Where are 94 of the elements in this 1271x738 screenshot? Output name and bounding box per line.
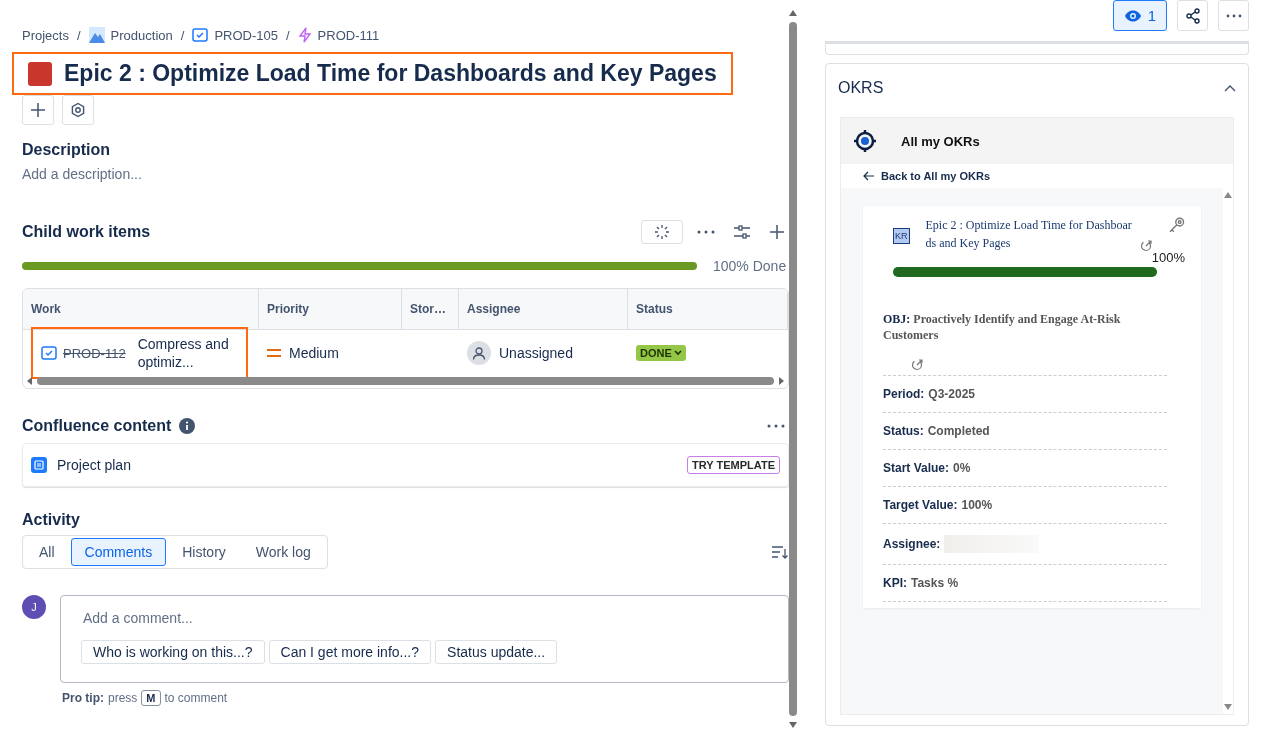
arrow-left-icon: [863, 171, 875, 181]
field-label: Period:: [883, 387, 925, 401]
share-icon: [1184, 7, 1201, 24]
comment-box[interactable]: Add a comment... Who is working on this...? Can I get more info...? Status update...: [60, 595, 789, 683]
scroll-up-icon[interactable]: [1224, 192, 1232, 198]
assignee-text: Unassigned: [499, 345, 573, 361]
section-heading: Child work items: [22, 223, 152, 241]
priority-text: Medium: [289, 345, 339, 361]
external-link-icon[interactable]: [911, 359, 923, 371]
sparkle-icon: [654, 224, 670, 240]
checkbox-icon: [41, 346, 57, 360]
watch-button[interactable]: 1: [1112, 0, 1167, 31]
scrollbar-thumb[interactable]: [789, 22, 797, 716]
epic-icon: [28, 61, 52, 86]
confluence-item[interactable]: Project plan TRY TEMPLATE: [22, 443, 789, 487]
column-header[interactable]: Stor…: [402, 289, 459, 330]
external-link-icon[interactable]: [1139, 240, 1152, 252]
issue-title[interactable]: Epic 2 : Optimize Load Time for Dashboards and Key Pages: [64, 60, 717, 87]
column-header[interactable]: Work: [23, 289, 259, 330]
ai-button[interactable]: [641, 220, 683, 244]
issue-summary[interactable]: Compress and optimiz...: [137, 335, 238, 371]
avatar-icon: [467, 341, 491, 365]
tip-label: Pro tip:: [62, 691, 104, 705]
objective-text[interactable]: OBJ: Proactively Identify and Engage At-Risk Customers: [883, 311, 1165, 343]
suggestion-chip[interactable]: Status update...: [435, 640, 558, 664]
settings-button[interactable]: [62, 95, 94, 125]
checkbox-icon: [192, 28, 209, 42]
eye-icon: [1123, 9, 1142, 22]
mountain-icon: [88, 27, 105, 43]
hexagon-icon: [70, 102, 86, 118]
activity-tab[interactable]: History: [168, 538, 240, 566]
description-field[interactable]: Add a description...: [22, 166, 789, 182]
tip-text: to comment: [164, 691, 228, 705]
suggestion-chip[interactable]: Who is working on this...?: [81, 640, 265, 664]
field-value: Tasks %: [911, 576, 959, 590]
target-icon: [853, 129, 877, 153]
activity-tab[interactable]: All: [25, 538, 69, 566]
field-label: KPI:: [883, 576, 907, 590]
field-value: Q3-2025: [928, 387, 976, 401]
caret-icon: [673, 350, 682, 356]
breadcrumb-link[interactable]: Projects: [22, 27, 69, 43]
column-header[interactable]: Status: [628, 289, 788, 330]
scroll-down-icon[interactable]: [1224, 704, 1232, 710]
scrollbar-thumb[interactable]: [37, 377, 774, 385]
keyboard-key: M: [141, 690, 161, 706]
breadcrumb-separator: /: [180, 27, 185, 43]
field-value: 100%: [961, 498, 993, 512]
activity-tab[interactable]: Work log: [241, 538, 325, 566]
share-button[interactable]: [1177, 0, 1208, 31]
scroll-down-icon[interactable]: [789, 722, 797, 728]
template-tag[interactable]: TRY TEMPLATE: [687, 456, 780, 474]
field-label: Start Value:: [883, 461, 950, 475]
breadcrumb-separator: /: [76, 27, 81, 43]
column-header[interactable]: Priority: [259, 289, 402, 330]
field-value: Completed: [927, 424, 990, 438]
priority-medium-icon: [267, 348, 281, 358]
section-heading: Description: [22, 141, 111, 159]
scroll-left-icon[interactable]: [27, 377, 33, 385]
progress-percent: 100%: [1150, 250, 1185, 265]
issue-key[interactable]: PROD-112: [63, 345, 126, 361]
breadcrumb-separator: /: [285, 27, 290, 43]
section-heading: Confluence content: [22, 417, 172, 435]
section-heading: Activity: [22, 511, 81, 529]
okrs-panel-header[interactable]: OKRS: [838, 64, 1236, 117]
breadcrumb-link[interactable]: PROD-105: [192, 27, 278, 43]
field-label: Target Value:: [883, 498, 958, 512]
status-dropdown[interactable]: DONE: [636, 345, 686, 361]
sort-icon[interactable]: [771, 545, 789, 559]
plus-icon: [30, 102, 46, 118]
key-result-badge: KR: [893, 228, 910, 244]
key-result-title[interactable]: Epic 2 : Optimize Load Time for Dashboards and Key Pages: [925, 216, 1136, 252]
tip-text: press: [108, 691, 138, 705]
back-link[interactable]: Back to All my OKRs: [841, 164, 1233, 188]
page-title[interactable]: Project plan: [57, 457, 678, 473]
key-icon[interactable]: [1167, 216, 1185, 234]
widget-title: All my OKRs: [901, 133, 980, 149]
activity-tab[interactable]: Comments: [70, 538, 167, 566]
suggestion-chip[interactable]: Can I get more info...?: [268, 640, 432, 664]
breadcrumb-link[interactable]: PROD-111: [297, 27, 380, 43]
user-avatar: J: [22, 595, 46, 619]
scroll-up-icon[interactable]: [789, 10, 797, 16]
more-icon: [1225, 13, 1242, 18]
field-value: 0%: [953, 461, 971, 475]
column-header[interactable]: Assignee: [459, 289, 628, 330]
add-button[interactable]: [22, 95, 54, 125]
info-icon[interactable]: [179, 418, 196, 434]
field-label: Assignee:: [883, 537, 941, 551]
progress-label: 100% Done: [713, 258, 788, 274]
field-label: Status:: [883, 424, 924, 438]
lightning-icon: [297, 27, 312, 43]
page-icon: [31, 457, 47, 473]
scroll-right-icon[interactable]: [778, 377, 784, 385]
breadcrumb-link[interactable]: Production: [88, 27, 173, 43]
chevron-icon: [1224, 84, 1236, 92]
